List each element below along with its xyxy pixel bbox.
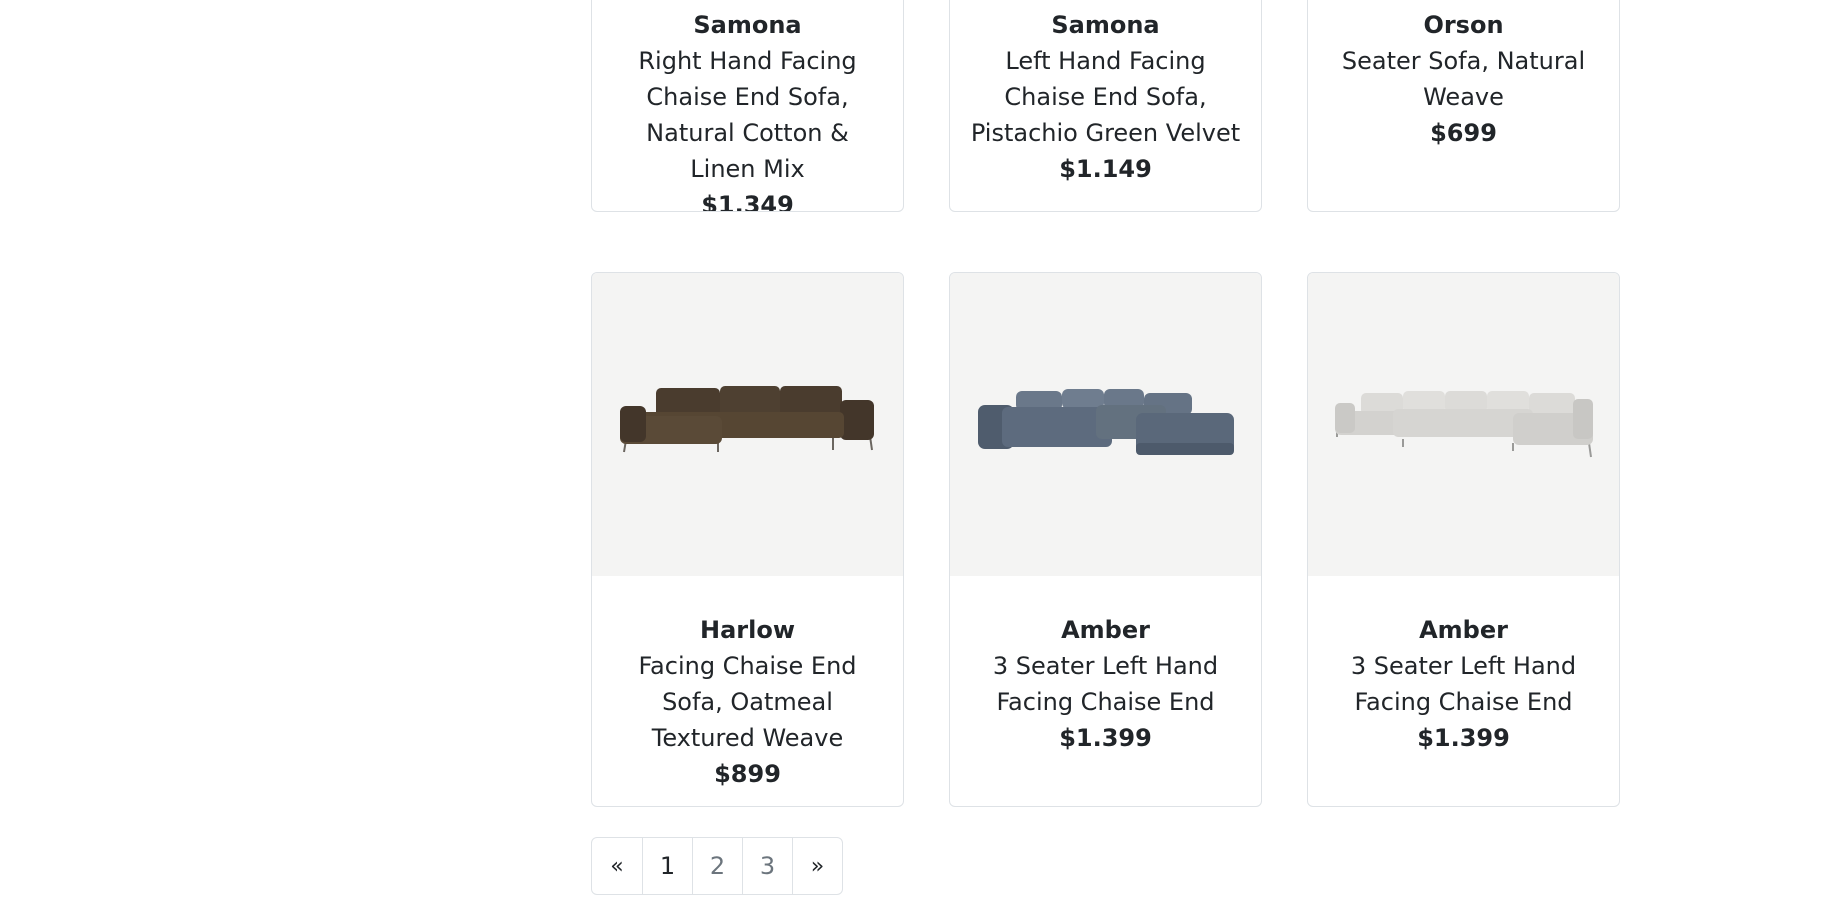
product-description: 3 Seater Left Hand Facing Chaise End [992, 652, 1219, 716]
product-price: $699 [1430, 119, 1497, 147]
product-card[interactable]: Amber 3 Seater Left Hand Facing Chaise E… [1307, 272, 1620, 807]
product-price: $899 [714, 760, 781, 788]
page-1-button[interactable]: 1 [642, 838, 692, 894]
product-description: Left Hand Facing Chaise End Sofa, Pistac… [970, 47, 1241, 147]
product-brand: Samona [1051, 11, 1160, 39]
grey-u-shaped-sofa-image [1334, 390, 1593, 457]
product-price: $1.349 [701, 191, 794, 212]
product-image[interactable] [592, 273, 903, 576]
pagination: « 1 2 3 » [591, 837, 843, 895]
next-page-button[interactable]: » [792, 838, 842, 894]
page-2-button[interactable]: 2 [692, 838, 742, 894]
brown-chaise-sofa-image [619, 385, 874, 452]
product-price: $1.149 [1059, 155, 1152, 183]
product-card[interactable]: Samona Right Hand Facing Chaise End Sofa… [591, 0, 904, 212]
product-card[interactable]: Samona Left Hand Facing Chaise End Sofa,… [949, 0, 1262, 212]
product-card[interactable]: Orson Seater Sofa, Natural Weave $699 [1307, 0, 1620, 212]
product-image[interactable] [1308, 273, 1619, 576]
page-3-button[interactable]: 3 [742, 838, 792, 894]
product-card[interactable]: Amber 3 Seater Left Hand Facing Chaise E… [949, 272, 1262, 807]
product-image[interactable] [950, 273, 1261, 576]
product-price: $1.399 [1417, 724, 1510, 752]
product-listing-page: Samona Right Hand Facing Chaise End Sofa… [0, 0, 1835, 909]
product-description: Seater Sofa, Natural Weave [1341, 47, 1586, 111]
product-description: 3 Seater Left Hand Facing Chaise End [1350, 652, 1577, 716]
product-brand: Orson [1423, 11, 1504, 39]
blue-corner-sofa-image [977, 388, 1234, 455]
product-brand: Amber [1419, 616, 1508, 644]
product-brand: Harlow [699, 616, 795, 644]
product-brand: Samona [693, 11, 802, 39]
product-description: Facing Chaise End Sofa, Oatmeal Textured… [638, 652, 857, 752]
product-card[interactable]: Harlow Facing Chaise End Sofa, Oatmeal T… [591, 272, 904, 807]
product-price: $1.399 [1059, 724, 1152, 752]
product-brand: Amber [1061, 616, 1150, 644]
product-description: Right Hand Facing Chaise End Sofa, Natur… [638, 47, 857, 183]
previous-page-button[interactable]: « [592, 838, 642, 894]
